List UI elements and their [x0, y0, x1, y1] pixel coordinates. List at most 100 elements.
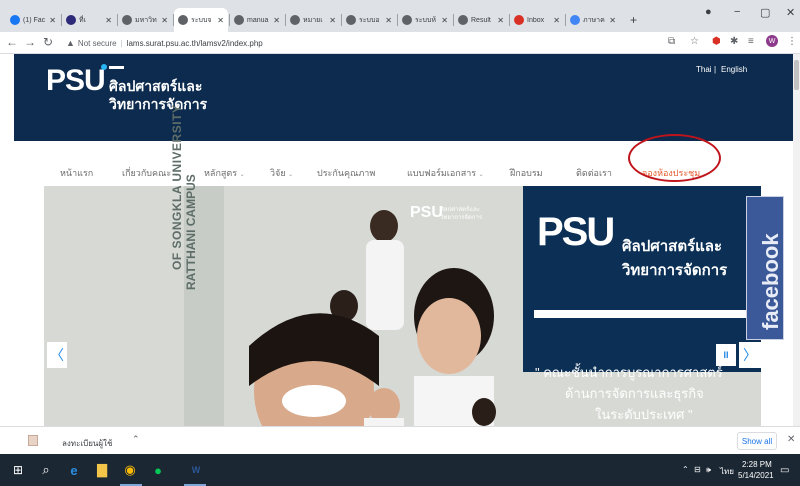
browser-tab[interactable]: Inbox ✕ [510, 8, 564, 32]
menu-label: วิจัย [270, 168, 286, 178]
thai-flag-icon [66, 15, 76, 25]
banner-small-faculty-1: ศิลปศาสตร์และ [440, 207, 481, 213]
globe-icon [346, 15, 356, 25]
translate-icon[interactable]: ⧉ [668, 36, 675, 47]
banner-small-faculty-2: วิทยาการจัดการ [440, 215, 483, 221]
volume-icon[interactable]: 🕪 [706, 465, 711, 475]
line-app-icon[interactable]: ● [148, 460, 168, 480]
browser-tab[interactable]: manua ✕ [230, 8, 284, 32]
chevron-down-icon: ⌄ [478, 172, 484, 178]
banner-quote-line1: " คณะชั้นนำการบูรณาการศาสตร์ [535, 365, 723, 380]
red-annotation-circle [628, 134, 721, 182]
edge-browser-icon[interactable]: e [64, 460, 84, 480]
psu-logo[interactable]: PSU [46, 64, 106, 98]
scrollbar-thumb[interactable] [794, 60, 799, 90]
chrome-account-icon[interactable]: ● [705, 6, 712, 18]
clock-time[interactable]: 2:28 PM [742, 460, 772, 469]
menu-forms[interactable]: แบบฟอร์มเอกสาร ⌄ [407, 166, 484, 180]
browser-tab[interactable]: ภาษาค ✕ [566, 8, 620, 32]
browser-tab[interactable]: (1) Fac ✕ [6, 8, 60, 32]
file-explorer-icon[interactable]: ▇ [92, 460, 112, 480]
address-bar[interactable]: ▲ Not secure | lams.surat.psu.ac.th/lams… [66, 34, 646, 52]
browser-tab[interactable]: ระบบห้ ✕ [398, 8, 452, 32]
tab-close-icon[interactable]: ✕ [161, 16, 168, 25]
word-icon[interactable]: W [186, 460, 206, 480]
banner-campus-text: RATTHANI CAMPUS [184, 174, 198, 290]
show-all-button[interactable]: Show all [737, 432, 777, 450]
tab-title: หมายเ [303, 16, 323, 24]
close-window-button[interactable]: ✕ [786, 6, 795, 19]
tab-close-icon[interactable]: ✕ [329, 16, 336, 25]
tab-close-icon[interactable]: ✕ [105, 16, 112, 25]
extension-shield-icon[interactable]: ⬢ [712, 36, 721, 47]
tab-title: ภาษาค [583, 16, 605, 24]
menu-kebab-icon[interactable]: ⋮ [787, 36, 797, 47]
slide-prev-button[interactable]: 〈 [47, 342, 67, 368]
extensions-puzzle-icon[interactable]: ✱ [730, 36, 738, 47]
menu-quality[interactable]: ประกันคุณภาพ [317, 166, 375, 180]
close-icon[interactable]: ✕ [787, 434, 795, 445]
browser-tab[interactable]: หมายเ ✕ [286, 8, 340, 32]
reload-icon[interactable]: ↻ [43, 35, 53, 49]
banner-quote-line3: ในระดับประเทศ " [595, 407, 693, 422]
tab-close-icon[interactable]: ✕ [273, 16, 280, 25]
search-icon[interactable]: ⌕ [36, 460, 56, 480]
tab-title: ระบบห้ [415, 16, 437, 24]
tab-close-icon[interactable]: ✕ [609, 16, 616, 25]
lang-thai-link[interactable]: Thai [696, 65, 712, 74]
tab-close-icon[interactable]: ✕ [497, 16, 504, 25]
slide-pause-button[interactable]: II [716, 344, 736, 366]
ime-indicator[interactable]: ไทย [720, 465, 734, 478]
menu-training[interactable]: ฝึกอบรม [510, 166, 543, 180]
browser-tab[interactable]: ระบบจ ✕ [174, 8, 228, 32]
windows-start-icon[interactable]: ⊞ [8, 460, 28, 480]
globe-icon [234, 15, 244, 25]
tray-caret-icon[interactable]: ⌃ [682, 465, 689, 474]
windows-taskbar: ⊞ ⌕ e ▇ ◉ ● W ⌃ ⊟ 🕪 ไทย 2:28 PM 5/14/202… [0, 454, 800, 486]
page-scrollbar[interactable] [793, 54, 800, 426]
download-file-name[interactable]: ลงทะเบียนผู้ใช้ [62, 437, 112, 450]
lang-english-link[interactable]: English [721, 65, 747, 74]
globe-icon [290, 15, 300, 25]
back-arrow-icon[interactable]: ← [6, 35, 18, 49]
maximize-button[interactable]: ▢ [760, 6, 770, 19]
chrome-icon[interactable]: ◉ [120, 460, 140, 480]
banner-university-text: OF SONGKLA UNIVERSITY [170, 104, 184, 270]
browser-tab[interactable]: ระบบอ ✕ [342, 8, 396, 32]
notification-icon[interactable]: ▭ [780, 465, 789, 476]
menu-home[interactable]: หน้าแรก [60, 166, 93, 180]
menu-label: ประกันคุณภาพ [317, 168, 376, 178]
banner-divider [534, 310, 754, 318]
menu-research[interactable]: วิจัย ⌄ [270, 166, 293, 180]
banner-faculty-line2: วิทยาการจัดการ [622, 262, 728, 279]
browser-tab[interactable]: ที่เ ✕ [62, 8, 116, 32]
url-divider: | [120, 38, 123, 48]
clock-date[interactable]: 5/14/2021 [738, 471, 774, 480]
tab-close-icon[interactable]: ✕ [553, 16, 560, 25]
network-icon[interactable]: ⊟ [694, 465, 701, 474]
tab-close-icon[interactable]: ✕ [385, 16, 392, 25]
tab-title: Inbox [527, 16, 545, 24]
reading-list-icon[interactable]: ≡ [748, 36, 754, 47]
browser-tab[interactable]: Result ✕ [454, 8, 508, 32]
menu-label: เกี่ยวกับคณะ [122, 168, 172, 178]
forward-arrow-icon[interactable]: → [24, 35, 36, 49]
browser-tab[interactable]: มหาวิท ✕ [118, 8, 172, 32]
profile-avatar-icon[interactable]: W [766, 35, 778, 47]
tab-close-icon[interactable]: ✕ [49, 16, 56, 25]
browser-toolbar: ← → ↻ ▲ Not secure | lams.surat.psu.ac.t… [0, 32, 800, 54]
faculty-name-line2: วิทยาการจัดการ [109, 96, 208, 112]
globe-icon [178, 15, 188, 25]
banner-small-faculty: ศิลปศาสตร์และวิทยาการจัดการ [440, 206, 482, 222]
warning-icon: ▲ [66, 38, 75, 48]
tab-close-icon[interactable]: ✕ [441, 16, 448, 25]
menu-curriculum[interactable]: หลักสูตร ⌄ [204, 166, 245, 180]
menu-contact[interactable]: ติดต่อเรา [576, 166, 612, 180]
facebook-icon [10, 15, 20, 25]
new-tab-button[interactable]: + [626, 8, 641, 32]
minimize-button[interactable]: − [734, 6, 740, 18]
tab-close-icon[interactable]: ✕ [217, 16, 224, 25]
bookmark-star-icon[interactable]: ☆ [690, 36, 699, 47]
slide-next-button[interactable]: 〉 [739, 342, 761, 368]
chevron-up-icon[interactable]: ⌃ [132, 434, 140, 445]
